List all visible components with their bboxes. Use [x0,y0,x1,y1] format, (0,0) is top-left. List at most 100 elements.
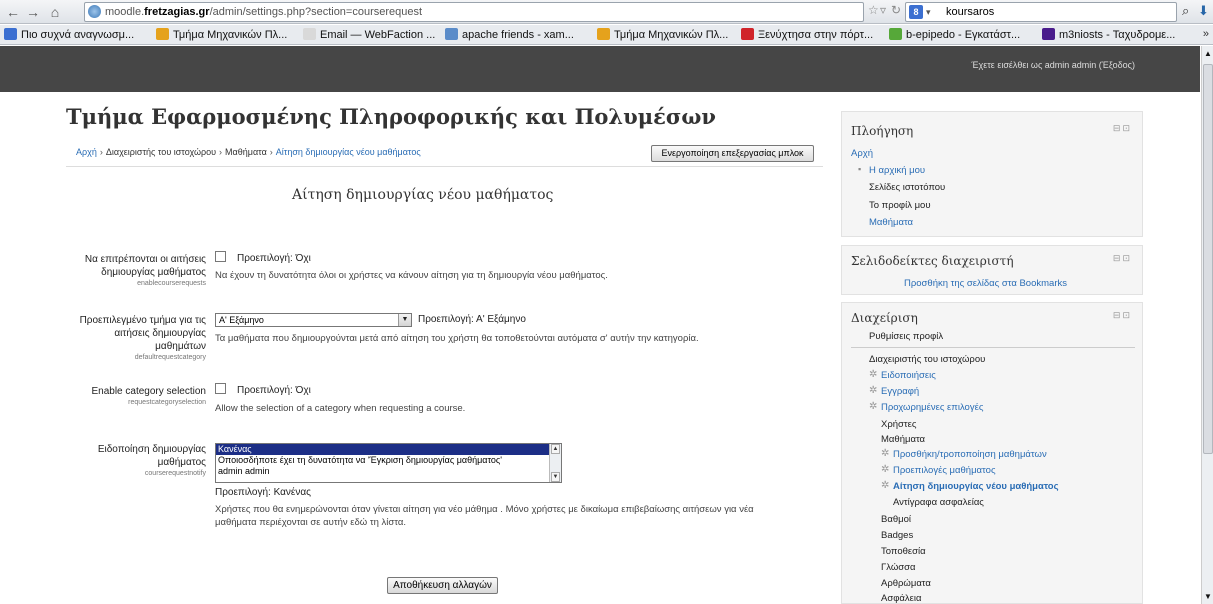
enable-requests-checkbox[interactable] [215,251,226,262]
search-query: koursaros [946,6,995,18]
admin-item-grades[interactable]: Βαθμοί [881,514,911,525]
dropdown-arrow-icon[interactable]: ▿ [880,3,886,17]
gear-icon: ✲ [869,401,878,412]
bookmark-item[interactable]: b-epipedo - Εγκατάστ... [889,28,1020,41]
admin-item-notifications[interactable]: Ειδοποιήσεις [881,370,936,381]
setting-label-text: Enable category selection [91,386,206,397]
navigation-block: Πλοήγηση ⊟⊡ Αρχή ▪ Η αρχική μου Σελίδες … [841,111,1143,237]
listbox-option[interactable]: admin admin [216,466,561,477]
select-value: Α' Εξάμηνο [219,315,264,325]
breadcrumb-item-current[interactable]: Αίτηση δημιουργίας νέου μαθήματος [276,147,421,157]
breadcrumb-item-site-admin[interactable]: Διαχειριστής του ιστοχώρου [106,147,216,157]
star-icon[interactable]: ☆ [868,3,879,17]
request-notify-listbox[interactable]: Κανένας Οποιοσδήποτε έχει τη δυνατότητα … [215,443,562,483]
admin-item-security[interactable]: Ασφάλεια [881,593,921,604]
admin-item-registration[interactable]: Εγγραφή [881,386,919,397]
default-value: Προεπιλογή: Α' Εξάμηνο [418,314,526,325]
bookmark-label: Τμήμα Μηχανικών Πλ... [614,29,729,41]
setting-description: Χρήστες που θα ενημερώνονται όταν γίνετα… [215,504,754,515]
bookmark-item[interactable]: Τμήμα Μηχανικών Πλ... [597,28,728,41]
admin-item-plugins[interactable]: Αρθρώματα [881,578,931,589]
search-engine-dropdown-icon[interactable]: ▾ [926,3,931,21]
block-title: Πλοήγηση [851,124,914,138]
block-controls-icon[interactable]: ⊟⊡ [1113,123,1132,134]
breadcrumb-separator: › [219,147,223,157]
admin-item-location[interactable]: Τοποθεσία [881,546,926,557]
block-controls-icon[interactable]: ⊟⊡ [1113,253,1132,264]
forward-icon[interactable]: → [24,3,42,21]
gear-icon: ✲ [869,369,878,380]
setting-label-text: αιτήσεις δημιουργίας [114,328,206,339]
login-info[interactable]: Έχετε εισέλθει ως admin admin (Έξοδος) [971,60,1135,70]
breadcrumb-item-courses[interactable]: Μαθήματα [225,147,267,157]
admin-item-badges[interactable]: Badges [881,530,913,541]
nav-item-my-profile[interactable]: Το προφίλ μου [869,200,931,211]
site-title[interactable]: Τμήμα Εφαρμοσμένης Πληροφορικής και Πολυ… [66,104,716,129]
scroll-down-icon[interactable]: ▼ [551,472,560,482]
admin-item-backups[interactable]: Αντίγραφα ασφαλείας [893,497,984,508]
bookmarks-toolbar: Πιο συχνά αναγνωσμ... Τμήμα Μηχανικών Πλ… [0,25,1213,45]
search-bar[interactable]: 8 ▾ koursaros [905,2,1177,22]
back-icon[interactable]: ← [4,3,22,21]
admin-item-course-defaults[interactable]: Προεπιλογές μαθήματος [893,465,996,476]
admin-item-users[interactable]: Χρήστες [881,419,916,430]
admin-item-site-admin[interactable]: Διαχειριστής του ιστοχώρου [869,354,985,365]
chevron-down-icon[interactable]: ▼ [398,314,411,326]
scroll-up-icon[interactable]: ▲ [551,444,560,454]
xampp-icon [445,28,458,40]
setting-label-request-notify: Ειδοποίηση δημιουργίας μαθήματος courser… [72,443,206,479]
url-bar[interactable]: moodle.fretzagias.gr/admin/settings.php?… [84,2,864,22]
admin-item-course-request[interactable]: Αίτηση δημιουργίας νέου μαθήματος [893,481,1059,492]
admin-item-language[interactable]: Γλώσσα [881,562,915,573]
scroll-up-icon[interactable]: ▲ [1203,48,1213,59]
bookmark-item[interactable]: Τμήμα Μηχανικών Πλ... [156,28,287,41]
divider [851,347,1135,348]
add-bookmark-link[interactable]: Προσθήκη της σελίδας στα Bookmarks [904,278,1067,289]
save-changes-button[interactable]: Αποθήκευση αλλαγών [387,577,498,594]
bookmark-item[interactable]: Πιο συχνά αναγνωσμ... [4,28,134,41]
listbox-option[interactable]: Οποιοσδήποτε έχει τη δυνατότητα να 'Έγκρ… [216,455,561,466]
reload-icon[interactable]: ↻ [891,3,901,17]
default-category-select[interactable]: Α' Εξάμηνο ▼ [215,313,412,327]
nav-item-my-home[interactable]: Η αρχική μου [869,165,925,176]
bookmark-label: Τμήμα Μηχανικών Πλ... [173,29,288,41]
scroll-down-icon[interactable]: ▼ [1203,591,1213,602]
more-bookmarks-icon[interactable]: » [1203,28,1209,40]
nav-item-home[interactable]: Αρχή [851,148,873,159]
search-icon[interactable]: ⌕ [1182,3,1189,19]
breadcrumb-separator: › [269,147,273,157]
bookmark-label: m3niosts - Ταχυδρομε... [1059,29,1176,41]
breadcrumb-item-home[interactable]: Αρχή [76,147,97,157]
setting-label-text: μαθημάτων [155,341,206,352]
admin-item-add-edit-courses[interactable]: Προσθήκη/τροποποίηση μαθημάτων [893,449,1047,460]
bookmark-label: Ξενύχτησα στην πόρτ... [758,29,874,41]
bookmark-item[interactable]: Ξενύχτησα στην πόρτ... [741,28,873,41]
setting-label-text: μαθήματος [157,457,206,468]
bookmark-item[interactable]: apache friends - xam... [445,28,574,41]
admin-bookmarks-block: Σελιδοδείκτες διαχειριστή ⊟⊡ Προσθήκη τη… [841,245,1143,295]
listbox-option[interactable]: Κανένας [216,444,561,455]
nav-item-courses[interactable]: Μαθήματα [869,217,913,228]
scrollbar-thumb[interactable] [1203,64,1213,454]
divider [66,166,823,167]
admin-item-advanced[interactable]: Προχωρημένες επιλογές [881,402,983,413]
category-selection-checkbox[interactable] [215,383,226,394]
administration-block: Διαχείριση ⊟⊡ Ρυθμίσεις προφίλ Διαχειρισ… [841,302,1143,604]
admin-item-courses[interactable]: Μαθήματα [881,434,925,445]
enable-block-editing-button[interactable]: Ενεργοποίηση επεξεργασίας μπλοκ [651,145,814,162]
nav-item-site-pages[interactable]: Σελίδες ιστοτόπου [869,182,945,193]
bookmark-item[interactable]: m3niosts - Ταχυδρομε... [1042,28,1175,41]
pinwheel-icon [889,28,902,40]
block-controls-icon[interactable]: ⊟⊡ [1113,310,1132,321]
home-icon[interactable]: ⌂ [46,3,64,21]
bookmark-item[interactable]: Email — WebFaction ... [303,28,435,41]
bookmark-label: b-epipedo - Εγκατάστ... [906,29,1021,41]
listbox-scrollbar[interactable]: ▲ ▼ [549,444,561,482]
block-title: Σελιδοδείκτες διαχειριστή [851,254,1014,268]
page-heading: Αίτηση δημιουργίας νέου μαθήματος [292,187,554,203]
download-icon[interactable]: ⬇ [1198,3,1209,19]
search-engine-icon[interactable]: 8 [909,5,923,19]
admin-item-profile-settings[interactable]: Ρυθμίσεις προφίλ [869,331,943,342]
setting-label-text: Ειδοποίηση δημιουργίας [97,444,206,455]
page-scrollbar[interactable]: ▲ ▼ [1201,46,1213,604]
